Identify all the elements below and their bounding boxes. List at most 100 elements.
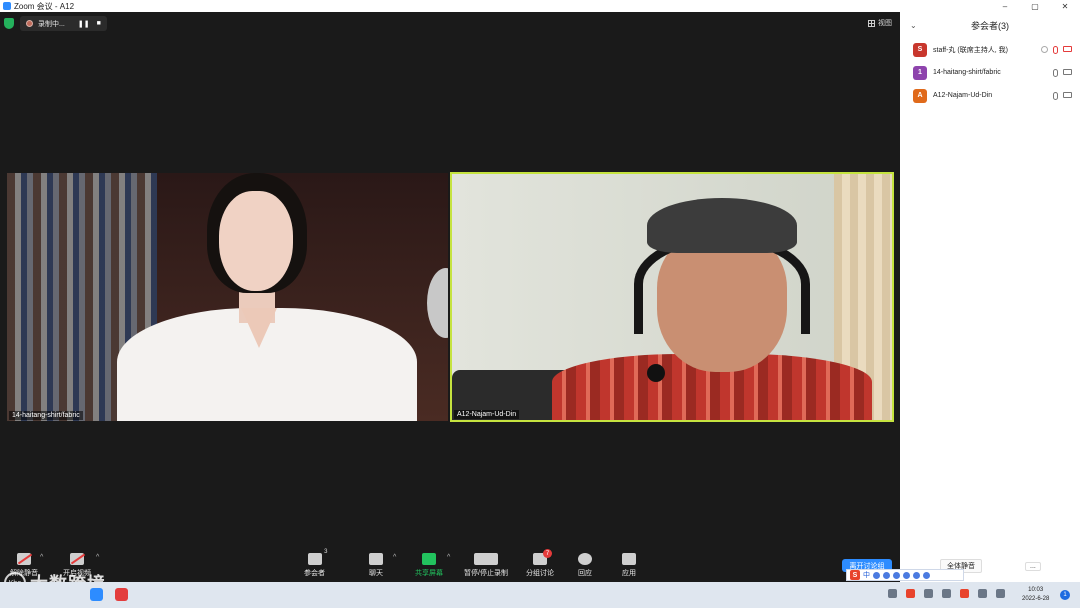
recording-dot-icon — [26, 20, 33, 27]
view-label: 视图 — [878, 20, 892, 27]
participant-name: staff-丸 (联席主持人, 我) — [933, 46, 1008, 54]
zoom-app-icon — [3, 2, 11, 10]
tray-app-icon[interactable] — [906, 589, 915, 598]
more-options-button[interactable]: ... — [1025, 561, 1041, 571]
tray-chevron-icon[interactable] — [888, 589, 897, 598]
pause-recording-button[interactable]: ❚❚ — [78, 20, 90, 28]
video-tile-najam[interactable]: A12-Najam-Ud-Din — [450, 172, 894, 422]
collapse-chevron-icon[interactable]: ⌄ — [910, 21, 917, 30]
breakout-rooms-button[interactable]: 7 分组讨论 — [526, 549, 554, 578]
reactions-button[interactable]: 回应 — [578, 553, 592, 578]
view-button[interactable]: 视图 — [868, 18, 892, 28]
breakout-rooms-icon: 7 — [533, 549, 552, 565]
recording-label: 录制中... — [38, 20, 65, 28]
participant-row[interactable]: 1 14-haitang-shirt/fabric — [900, 61, 1080, 84]
skin-icon[interactable] — [913, 571, 920, 579]
meeting-area: 录制中... ❚❚ ■ 视图 14-haitang-shirt/fabric A… — [0, 12, 900, 582]
microphone-icon[interactable] — [1053, 91, 1058, 100]
close-button[interactable]: ✕ — [1050, 0, 1080, 12]
notification-badge-icon[interactable]: 1 — [1060, 590, 1070, 600]
meeting-status-bar: 录制中... ❚❚ ■ — [4, 16, 107, 31]
participants-label: 参会者 — [304, 570, 325, 577]
microphone-muted-icon — [17, 553, 33, 565]
participant-name: 14-haitang-shirt/fabric — [933, 69, 1001, 76]
security-shield-icon[interactable] — [4, 18, 14, 29]
apps-button[interactable]: 应用 — [622, 553, 636, 578]
toolbox-icon[interactable] — [923, 571, 930, 579]
minimize-button[interactable]: – — [990, 0, 1020, 12]
clock-date: 2022-6-28 — [1022, 596, 1050, 602]
camera-off-icon[interactable] — [1063, 45, 1072, 52]
share-screen-label: 共享屏幕 — [415, 570, 443, 577]
volume-icon[interactable] — [996, 589, 1005, 598]
participants-count: 3 — [324, 549, 328, 555]
chat-options-caret[interactable]: ^ — [393, 554, 396, 561]
apps-icon — [622, 553, 636, 565]
share-screen-button[interactable]: 共享屏幕 — [415, 553, 443, 578]
audio-options-caret[interactable]: ^ — [40, 554, 43, 561]
participants-icon: 3 — [307, 549, 328, 565]
avatar: A — [913, 88, 927, 103]
clock-time: 10:03 — [1028, 587, 1044, 593]
keyboard-icon[interactable] — [903, 571, 910, 579]
ime-toolbar: S 中 — [846, 569, 964, 581]
participant-row[interactable]: S staff-丸 (联席主持人, 我) — [900, 38, 1080, 61]
panel-header: ⌄ 参会者(3) — [900, 12, 1080, 38]
reactions-label: 回应 — [578, 570, 592, 577]
headset-mic — [647, 364, 665, 382]
pause-stop-icon — [473, 553, 498, 565]
host-icon — [1041, 45, 1048, 53]
network-icon[interactable] — [978, 589, 987, 598]
tray-mic-icon[interactable] — [924, 589, 933, 598]
participants-panel: ⌄ 参会者(3) S staff-丸 (联席主持人, 我) 1 14-haita… — [900, 12, 1080, 582]
clock[interactable]: 10:03 2022-6-28 — [1022, 586, 1049, 604]
tile-name-label: A12-Najam-Ud-Din — [454, 410, 520, 419]
video-options-caret[interactable]: ^ — [96, 554, 99, 561]
tray-settings-icon[interactable] — [942, 589, 951, 598]
chat-button[interactable]: 聊天 — [369, 553, 383, 578]
stop-recording-button[interactable]: ■ — [97, 20, 101, 27]
camera-icon[interactable] — [1063, 91, 1072, 98]
share-screen-icon — [422, 553, 436, 565]
taskbar: 10:03 2022-6-28 1 — [0, 582, 1080, 608]
avatar: 1 — [913, 65, 927, 80]
tray-sogou-icon[interactable] — [960, 589, 969, 598]
zoom-taskbar-icon[interactable] — [90, 588, 103, 601]
microphone-icon[interactable] — [1053, 68, 1058, 77]
ime-mode-toggle[interactable]: 中 — [863, 570, 870, 580]
emoji-icon[interactable] — [883, 571, 890, 579]
shirt-collar — [241, 308, 277, 348]
participant-name: A12-Najam-Ud-Din — [933, 92, 993, 99]
system-tray — [888, 589, 1005, 598]
meeting-toolbar: 解除静音 ^ 开启视频 ^ 3 参会者 聊天 ^ 共享屏幕 ^ 暂停/停止录制 … — [0, 548, 900, 582]
share-options-caret[interactable]: ^ — [447, 554, 450, 561]
participant-row[interactable]: A A12-Najam-Ud-Din — [900, 84, 1080, 107]
wps-taskbar-icon[interactable] — [115, 588, 128, 601]
voice-icon[interactable] — [893, 571, 900, 579]
title-bar: Zoom 会议 - A12 – ▢ ✕ — [0, 0, 1080, 12]
punctuation-icon[interactable] — [873, 571, 880, 579]
window-title: Zoom 会议 - A12 — [14, 1, 75, 11]
smiley-icon — [578, 553, 592, 565]
sogou-logo-icon[interactable]: S — [850, 570, 860, 580]
pause-stop-recording-button[interactable]: 暂停/停止录制 — [464, 553, 508, 578]
participants-button[interactable]: 3 参会者 — [304, 549, 328, 578]
breakout-label: 分组讨论 — [526, 570, 554, 577]
participant-face — [219, 191, 293, 291]
pause-stop-label: 暂停/停止录制 — [464, 570, 508, 577]
microphone-muted-icon[interactable] — [1053, 45, 1058, 54]
chat-label: 聊天 — [369, 570, 383, 577]
grid-view-icon — [868, 19, 875, 27]
apps-label: 应用 — [622, 570, 636, 577]
maximize-button[interactable]: ▢ — [1020, 0, 1050, 12]
tile-name-label: 14-haitang-shirt/fabric — [9, 411, 83, 420]
breakout-badge: 7 — [543, 549, 552, 558]
recording-indicator: 录制中... ❚❚ ■ — [20, 16, 107, 31]
camera-icon[interactable] — [1063, 68, 1072, 75]
participant-cap — [647, 198, 797, 253]
taskbar-apps — [90, 588, 128, 601]
panel-title: 参会者(3) — [971, 20, 1009, 31]
video-tile-fabric[interactable]: 14-haitang-shirt/fabric — [7, 173, 448, 421]
camera-off-icon — [70, 553, 86, 565]
chat-icon — [369, 553, 383, 565]
